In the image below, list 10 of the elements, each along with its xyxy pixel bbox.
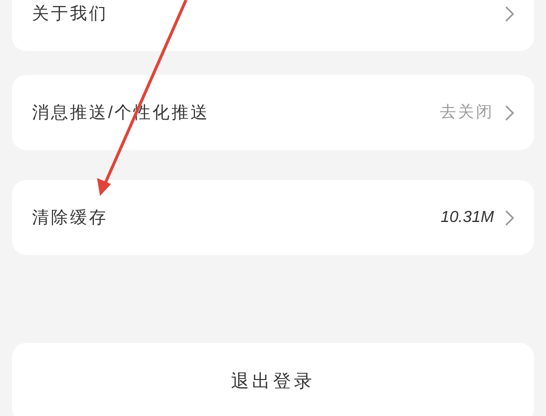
settings-row[interactable]: 清除缓存 10.31M xyxy=(12,180,534,255)
chevron-right-icon xyxy=(504,210,514,226)
row-value: 10.31M xyxy=(440,208,494,228)
chevron-right-icon xyxy=(504,104,514,120)
row-label: 清除缓存 xyxy=(32,206,109,229)
chevron-right-icon xyxy=(504,6,514,22)
logout-button[interactable]: 退出登录 xyxy=(12,343,534,416)
row-label: 关于我们 xyxy=(32,2,109,25)
row-value: 去关闭 xyxy=(440,102,494,122)
settings-row[interactable]: 关于我们 xyxy=(12,0,534,51)
